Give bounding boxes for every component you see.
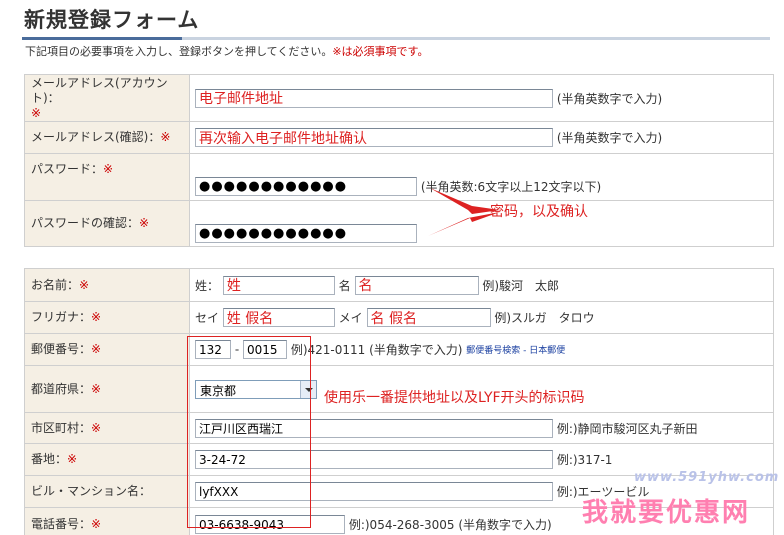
- street-label: 番地：※: [24, 443, 190, 476]
- required-mark: ※: [160, 130, 171, 144]
- row-email: メールアドレス(アカウント)： ※ (半角英数字で入力): [24, 74, 774, 122]
- title-rule: [22, 37, 770, 40]
- watermark-logo: 我就要优惠网: [582, 498, 751, 528]
- required-mark: ※: [31, 105, 42, 120]
- required-mark: ※: [91, 381, 102, 396]
- row-email-confirm: メールアドレス(確認)：※ (半角英数字で入力): [24, 121, 774, 154]
- name-example: 例)駿河 太郎: [482, 278, 560, 293]
- password-label: パスワード：※: [24, 153, 190, 201]
- required-mark: ※: [91, 342, 102, 356]
- email-hint: (半角英数字で入力): [556, 91, 663, 106]
- watermark-url: www.591yhw.com: [634, 470, 780, 485]
- sei-input[interactable]: [222, 275, 335, 295]
- intro-required-note: ※は必須事項です。: [332, 45, 429, 58]
- password-annotation: 密码，以及确认: [490, 204, 588, 220]
- mei-kana-input[interactable]: [366, 308, 491, 327]
- city-label: 市区町村：※: [24, 412, 190, 444]
- required-mark: ※: [91, 517, 102, 531]
- password-confirm-input[interactable]: [195, 224, 417, 243]
- mei-label: 名: [338, 278, 351, 293]
- email-confirm-field-cell: (半角英数字で入力): [189, 121, 774, 154]
- intro-text: 下記項目の必要事項を入力し、登録ボタンを押してください。: [25, 45, 333, 58]
- email-confirm-label: メールアドレス(確認)：※: [24, 121, 190, 154]
- phone-example: 例:)054-268-3005 (半角数字で入力): [348, 518, 552, 532]
- required-mark: ※: [79, 277, 90, 292]
- name-field-cell: 姓： 名 例)駿河 太郎: [189, 268, 774, 302]
- row-password: パスワード：※ (半角英数:6文字以上12文字以下): [24, 153, 774, 201]
- required-mark: ※: [67, 452, 78, 466]
- zip-search-link[interactable]: 郵便番号検索 - 日本郵便: [466, 346, 565, 356]
- zip-example: 例)421-0111 (半角数字で入力): [290, 343, 463, 357]
- account-section: メールアドレス(アカウント)： ※ (半角英数字で入力) メールアドレス(確認)…: [24, 74, 774, 247]
- row-kana: フリガナ：※ セイ メイ 例)スルガ タロウ: [24, 301, 774, 334]
- email-field-cell: (半角英数字で入力): [189, 74, 774, 122]
- sei-kana-label: セイ: [195, 311, 220, 325]
- required-mark: ※: [91, 420, 102, 435]
- row-name: お名前：※ 姓： 名 例)駿河 太郎: [24, 268, 774, 302]
- email-confirm-input[interactable]: [195, 128, 553, 147]
- email-label: メールアドレス(アカウント)： ※: [24, 74, 190, 122]
- address-highlight-box: [187, 336, 311, 528]
- password-input[interactable]: [195, 177, 417, 196]
- mei-input[interactable]: [354, 275, 479, 295]
- required-mark: ※: [139, 216, 150, 230]
- address-annotation: 使用乐一番提供地址以及LYF开头的标识码: [324, 390, 585, 406]
- kana-label: フリガナ：※: [24, 301, 190, 334]
- password-confirm-label: パスワードの確認：※: [24, 200, 190, 247]
- row-city: 市区町村：※ 例:)静岡市駿河区丸子新田: [24, 412, 774, 444]
- street-example: 例:)317-1: [556, 453, 613, 467]
- city-example: 例:)静岡市駿河区丸子新田: [556, 421, 698, 436]
- row-zip: 郵便番号：※ - 例)421-0111 (半角数字で入力) 郵便番号検索 - 日…: [24, 333, 774, 366]
- name-label: お名前：※: [24, 268, 190, 302]
- mei-kana-label: メイ: [338, 311, 363, 325]
- required-mark: ※: [103, 162, 114, 176]
- row-password-confirm: パスワードの確認：※: [24, 200, 774, 247]
- sei-label: 姓：: [195, 278, 220, 293]
- intro: 下記項目の必要事項を入力し、登録ボタンを押してください。※は必須事項です。: [25, 43, 428, 59]
- building-label: ビル・マンション名：: [24, 475, 190, 508]
- email-input[interactable]: [195, 88, 553, 108]
- kana-example: 例)スルガ タロウ: [494, 311, 595, 325]
- pref-label: 都道府県：※: [24, 365, 190, 413]
- required-mark: ※: [91, 310, 102, 324]
- zip-label: 郵便番号：※: [24, 333, 190, 366]
- email-confirm-hint: (半角英数字で入力): [556, 131, 663, 145]
- sei-kana-input[interactable]: [222, 308, 335, 327]
- page-title: 新規登録フォーム: [24, 8, 200, 32]
- kana-field-cell: セイ メイ 例)スルガ タロウ: [189, 301, 774, 334]
- phone-label: 電話番号：※: [24, 507, 190, 535]
